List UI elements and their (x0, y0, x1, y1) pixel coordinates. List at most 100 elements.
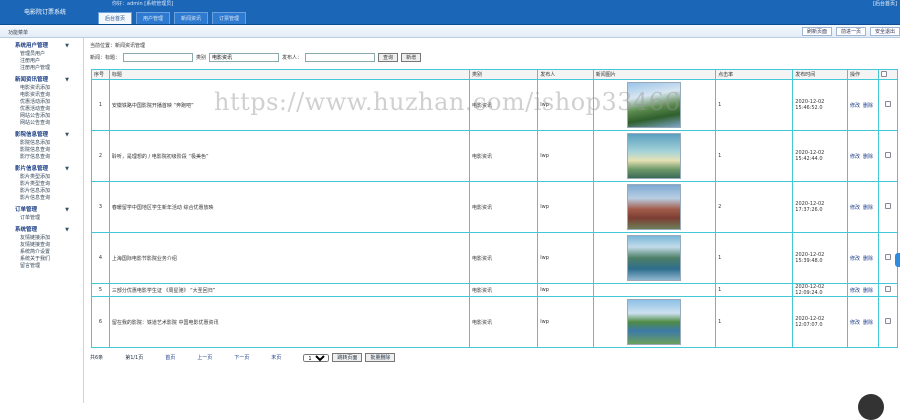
sidebar-item[interactable]: 注册用户 (20, 58, 83, 65)
sidebar-item[interactable]: 网站公告添加 (20, 113, 83, 120)
sidebar-item[interactable]: 优惠活动查询 (20, 106, 83, 113)
author-search-input[interactable] (305, 53, 376, 62)
row-checkbox[interactable] (885, 318, 892, 324)
type-search-input[interactable] (209, 53, 280, 62)
edit-link[interactable]: 修改 (850, 154, 860, 160)
sidebar-item[interactable]: 电影资讯添加 (20, 85, 83, 92)
edit-link[interactable]: 修改 (850, 103, 860, 109)
row-hits: 1 (715, 130, 794, 182)
last-page-link[interactable]: 末页 (271, 354, 281, 361)
sidebar-item[interactable]: 影院信息查询 (20, 147, 83, 154)
title-search-input[interactable] (123, 53, 194, 62)
delete-link[interactable]: 删除 (863, 256, 873, 262)
sidebar-item[interactable]: 影片信息查询 (20, 195, 83, 202)
query-button[interactable]: 查询 (378, 53, 399, 62)
delete-link[interactable]: 删除 (863, 154, 873, 160)
row-time: 2020-12-02 12:09:24.0 (792, 283, 849, 297)
delete-link[interactable]: 删除 (863, 288, 873, 294)
batch-delete-button[interactable]: 批量删除 (365, 353, 396, 362)
sidebar-item[interactable]: 电影资讯查询 (20, 92, 83, 99)
edit-link[interactable]: 修改 (850, 205, 860, 211)
sidebar-item[interactable]: 订单管理 (20, 215, 83, 222)
row-checkbox[interactable] (885, 152, 892, 158)
row-checkbox[interactable] (885, 203, 892, 209)
col-author: 发布人 (537, 69, 594, 80)
row-ops: 修改 删除 (847, 296, 880, 348)
sidebar-group: 系统管理 ▼ 友情链接添加 友情链接查询 系统简介设置 系统关于我们 留言管理 (0, 226, 83, 270)
sidebar-group-label: 影片信息管理 (15, 166, 49, 172)
tab-home[interactable]: 后台首页 (98, 12, 133, 24)
first-page-link[interactable]: 首页 (165, 354, 175, 361)
edit-link[interactable]: 修改 (850, 320, 860, 326)
logout-button[interactable]: 安全退出 (869, 27, 900, 36)
sidebar-item[interactable]: 优惠活动添加 (20, 99, 83, 106)
row-hits: 1 (715, 232, 794, 284)
total-count: 共6条 (90, 355, 104, 361)
tab-orders[interactable]: 订票管理 (212, 12, 247, 24)
header-home-link[interactable]: [后台首页] (873, 0, 897, 7)
row-hits: 2 (715, 181, 794, 233)
tab-users[interactable]: 用户管理 (136, 12, 171, 24)
sidebar-group-title[interactable]: 订单管理 ▼ (0, 206, 83, 215)
row-checkbox[interactable] (885, 286, 892, 292)
sidebar-group-title[interactable]: 系统用户管理 ▼ (0, 42, 83, 51)
chevron-down-icon: ▼ (65, 132, 69, 138)
sidebar-group-label: 订单管理 (15, 207, 38, 213)
news-table: 序号 标题 类别 发布人 新闻图片 点击率 发布时间 操作 1 安徽铁路中国影院开… (91, 69, 898, 348)
sidebar-item[interactable]: 系统简介设置 (20, 249, 83, 256)
delete-link[interactable]: 删除 (863, 103, 873, 109)
user-info: 你好：admin [系统管理员] (112, 1, 174, 7)
sidebar-item[interactable]: 留言管理 (20, 263, 83, 270)
col-ops: 操作 (847, 69, 880, 80)
row-title: 安徽铁路中国影院开播首映 “奔跑吧” (108, 79, 470, 131)
sidebar-item[interactable]: 系统关于我们 (20, 256, 83, 263)
edit-link[interactable]: 修改 (850, 256, 860, 262)
select-all-checkbox[interactable] (881, 70, 888, 77)
sidebar-group: 影院信息管理 ▼ 影院信息添加 影院信息查询 影厅信息查询 (0, 131, 83, 161)
col-select (878, 69, 898, 80)
sidebar-group-title[interactable]: 影片信息管理 ▼ (0, 165, 83, 174)
row-checkbox[interactable] (885, 101, 892, 107)
prev-page-link[interactable]: 上一页 (197, 354, 212, 361)
jump-page-button[interactable]: 跳转页面 (332, 353, 363, 362)
page-select[interactable]: 1 (303, 353, 330, 362)
breadcrumb: 当前位置：新闻资讯管理 (90, 43, 146, 49)
sidebar-item[interactable]: 影片信息添加 (20, 188, 83, 195)
sidebar-group-label: 影院信息管理 (15, 132, 49, 138)
row-checkbox[interactable] (885, 254, 892, 260)
delete-link[interactable]: 删除 (863, 205, 873, 211)
edit-link[interactable]: 修改 (850, 288, 860, 294)
sidebar-group-title[interactable]: 影院信息管理 ▼ (0, 131, 83, 140)
sidebar-item[interactable]: 注册用户管理 (20, 65, 83, 72)
forward-button[interactable]: 前进一页 (835, 27, 866, 36)
chevron-down-icon: ▼ (65, 166, 69, 172)
tab-news[interactable]: 新闻资讯 (174, 12, 209, 24)
delete-link[interactable]: 删除 (863, 320, 873, 326)
sidebar-group-title[interactable]: 系统管理 ▼ (0, 226, 83, 235)
sidebar-item[interactable]: 影厅信息查询 (20, 154, 83, 161)
pager: 共6条 第1/1页 首页 上一页 下一页 末页 1 跳转页面 批量删除 (90, 353, 398, 362)
sidebar-group: 新闻资讯管理 ▼ 电影资讯添加 电影资讯查询 优惠活动添加 优惠活动查询 网站公告添加 网站公… (0, 76, 83, 127)
sidebar-item[interactable]: 影院信息添加 (20, 140, 83, 147)
news-thumbnail (627, 82, 682, 128)
news-thumbnail (627, 235, 682, 281)
sidebar-item[interactable]: 友情链接查询 (20, 242, 83, 249)
sidebar-item[interactable]: 管理员用户 (20, 51, 83, 58)
sidebar-item[interactable]: 影片类型查询 (20, 181, 83, 188)
sidebar-item[interactable]: 网站公告查询 (20, 120, 83, 127)
table-row: 6 留在我的影院：铁道艺术影院 中国电影优惠资讯 电影资讯 lwp 1 2020-12-0… (91, 296, 898, 348)
page-info: 第1/1页 (125, 355, 144, 361)
add-button[interactable]: 新增 (401, 53, 422, 62)
col-hits: 点击率 (715, 69, 794, 80)
sidebar-group-title[interactable]: 新闻资讯管理 ▼ (0, 76, 83, 85)
side-float-tab[interactable] (895, 253, 900, 267)
refresh-button[interactable]: 刷新页面 (801, 27, 832, 36)
sidebar-item[interactable]: 影片类型添加 (20, 174, 83, 181)
chevron-down-icon: ▼ (65, 43, 69, 49)
row-type: 电影资讯 (468, 283, 539, 297)
corner-button[interactable] (858, 394, 884, 420)
next-page-link[interactable]: 下一页 (234, 354, 249, 361)
news-thumbnail (627, 184, 682, 230)
sidebar-item[interactable]: 友情链接添加 (20, 235, 83, 242)
title-label: 新闻：标题： (90, 55, 121, 61)
